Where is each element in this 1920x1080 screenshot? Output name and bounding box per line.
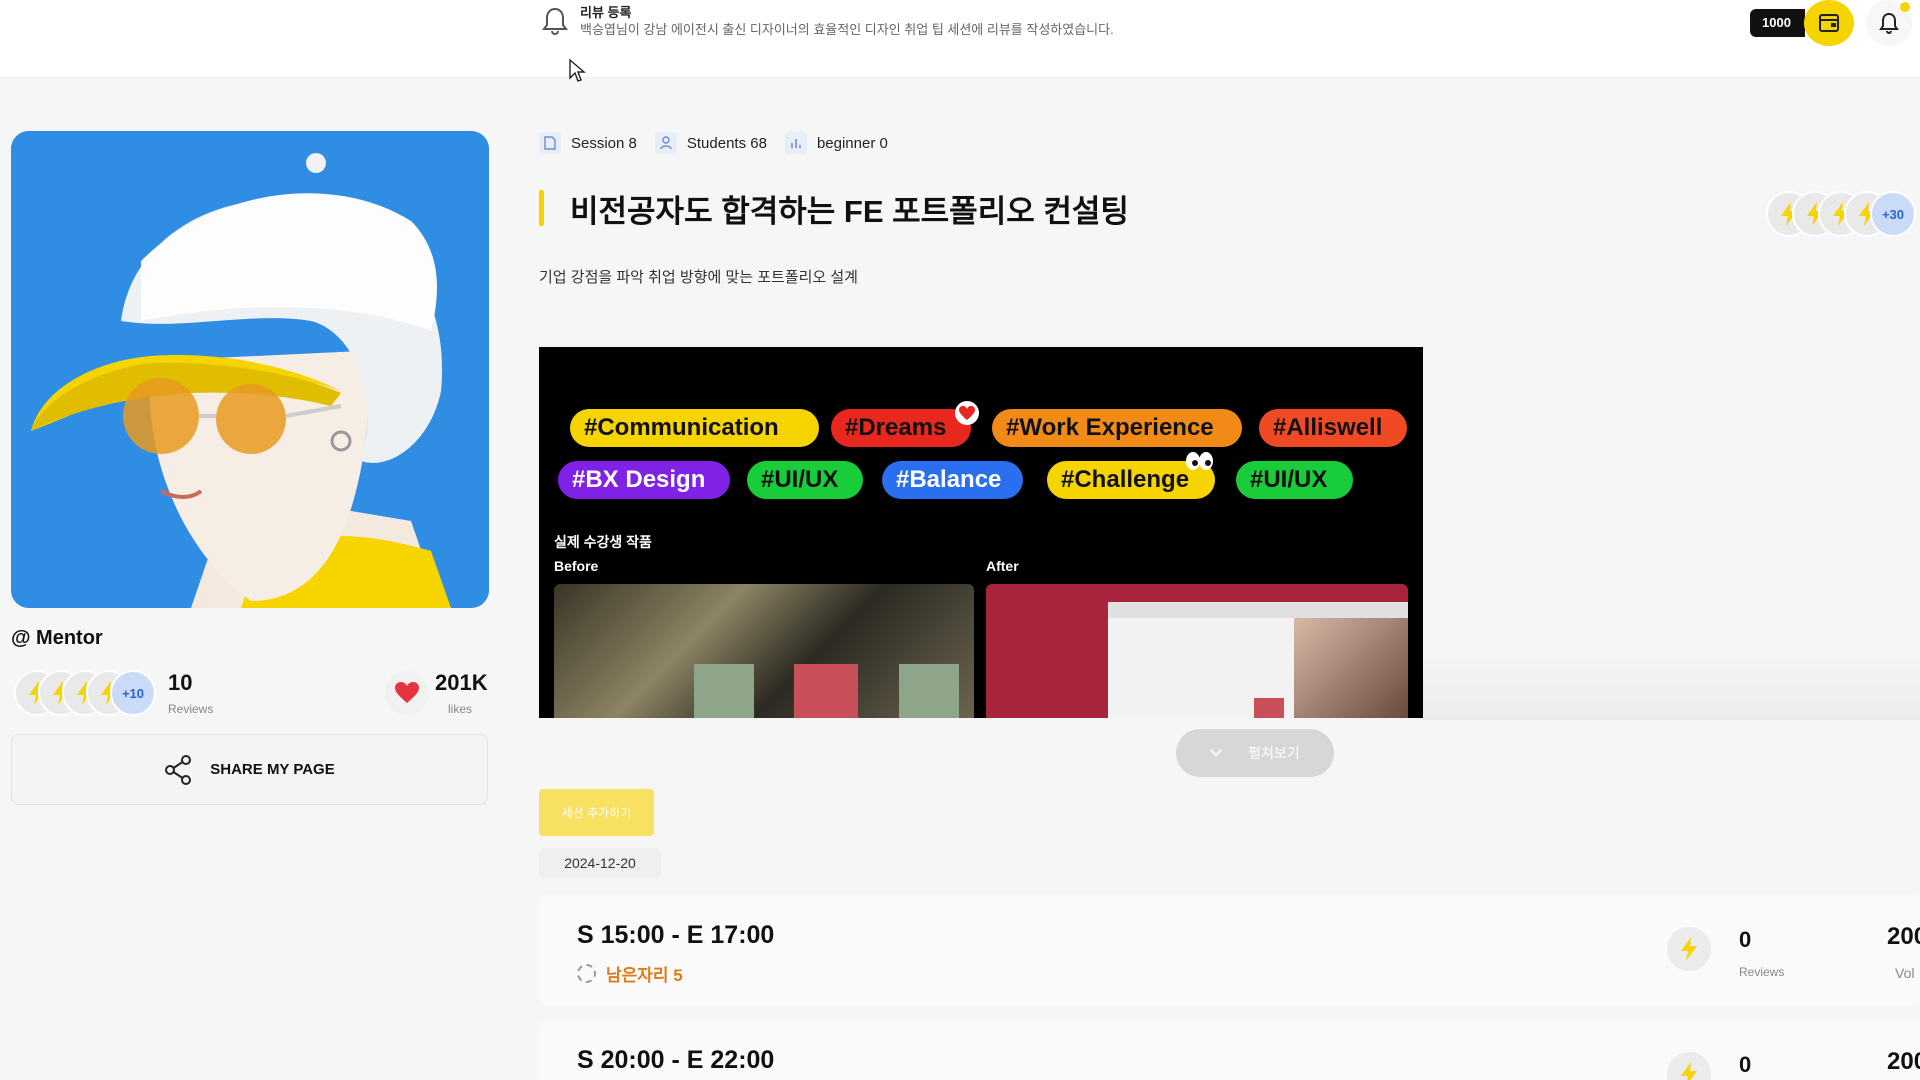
after-label: After <box>986 558 1019 574</box>
slot-reviews-count: 0 <box>1739 1052 1752 1077</box>
like-button[interactable] <box>385 671 429 715</box>
content-fade <box>1423 650 1920 720</box>
time-slot-card[interactable]: S 15:00 - E 17:00 남은자리 5 0 Reviews 200 V… <box>539 895 1920 1005</box>
tag-dreams: #Dreams <box>831 409 971 447</box>
wallet-icon <box>1819 14 1839 32</box>
meta-sessions-text: Session 8 <box>571 134 637 152</box>
heart-sticker-icon <box>955 401 979 425</box>
notification-settings-button[interactable] <box>1866 0 1912 46</box>
before-label: Before <box>554 558 599 574</box>
document-icon <box>539 132 561 154</box>
tag-balance: #Balance <box>882 461 1023 499</box>
heart-icon <box>395 682 419 703</box>
session-meta: Session 8 Students 68 beginner 0 <box>539 132 894 154</box>
mentor-handle: @ Mentor <box>11 627 103 649</box>
lightning-icon <box>1681 1062 1697 1080</box>
meta-level: beginner 0 <box>784 132 888 154</box>
participant-avatars[interactable]: +30 <box>1766 191 1920 237</box>
slot-seats-text: 남은자리 5 <box>606 966 683 985</box>
meta-level-text: beginner 0 <box>816 134 888 152</box>
bell-icon <box>540 4 570 38</box>
notification-settings-icon <box>1879 12 1899 34</box>
tag-ui-ux-2: #UI/UX <box>1236 461 1353 499</box>
session-title: 비전공자도 합격하는 FE 포트폴리오 컨설팅 <box>570 194 1129 229</box>
slot-right-value: 200 <box>1887 923 1920 950</box>
more-reviewers-badge: +10 <box>110 670 156 716</box>
notification-text: 백승엽님이 강남 에이전시 출신 디자이너의 효율적인 디자인 취업 팁 세션에… <box>580 22 1114 37</box>
title-accent-bar <box>539 190 544 226</box>
slot-seats: 남은자리 5 <box>577 961 683 986</box>
reviewer-avatars[interactable]: +10 <box>14 670 164 716</box>
slot-avatar <box>1667 927 1711 971</box>
meta-students: Students 68 <box>654 132 767 154</box>
tag-work-experience: #Work Experience <box>992 409 1242 447</box>
chart-icon <box>784 132 807 154</box>
likes-label: likes <box>448 702 473 716</box>
session-date[interactable]: 2024-12-20 <box>539 848 661 878</box>
reviews-label: Reviews <box>168 702 214 716</box>
loading-icon <box>577 964 596 983</box>
likes-count: 201K <box>435 670 488 695</box>
chevron-down-icon <box>1210 749 1222 757</box>
eyes-sticker-icon <box>1186 452 1213 470</box>
unread-dot <box>1900 2 1910 12</box>
session-subtitle: 기업 강점을 파악 취업 방향에 맞는 포트폴리오 설계 <box>539 269 858 286</box>
slot-reviews-count: 0 <box>1739 927 1752 952</box>
more-participants-badge: +30 <box>1870 191 1916 237</box>
tag-communication: #Communication <box>570 409 819 447</box>
lightning-icon <box>1681 937 1697 961</box>
session-banner: #Communication #Dreams #Work Experience … <box>539 347 1423 718</box>
slot-time: S 15:00 - E 17:00 <box>577 921 775 949</box>
meta-sessions: Session 8 <box>539 132 637 154</box>
user-icon <box>654 132 677 154</box>
notification-toast[interactable]: 리뷰 등록 백승엽님이 강남 에이전시 출신 디자이너의 효율적인 디자인 취업… <box>540 4 1114 38</box>
slot-right-label: Vol <box>1895 965 1915 981</box>
mentor-avatar <box>11 131 489 608</box>
share-label: SHARE MY PAGE <box>210 761 335 778</box>
share-my-page-button[interactable]: SHARE MY PAGE <box>11 734 488 805</box>
add-session-button[interactable]: 세션 추가하기 <box>539 789 654 836</box>
reviews-count: 10 <box>168 670 193 695</box>
tag-bx-design: #BX Design <box>558 461 730 499</box>
top-bar: 리뷰 등록 백승엽님이 강남 에이전시 출신 디자이너의 효율적인 디자인 취업… <box>0 0 1920 78</box>
tag-alliswell: #Alliswell <box>1259 409 1407 447</box>
after-image <box>986 584 1408 718</box>
meta-students-text: Students 68 <box>686 134 767 152</box>
expand-button[interactable]: 펼쳐보기 <box>1176 729 1334 777</box>
banner-caption: 실제 수강생 작품 <box>554 534 652 550</box>
before-image <box>554 584 974 718</box>
slot-reviews-label: Reviews <box>1739 965 1785 979</box>
slot-time: S 20:00 - E 22:00 <box>577 1046 775 1074</box>
cursor-icon <box>569 58 586 82</box>
points-badge: 1000 <box>1750 9 1805 37</box>
slot-avatar <box>1667 1052 1711 1080</box>
slot-right-value: 200 <box>1887 1048 1920 1075</box>
wallet-button[interactable] <box>1804 0 1854 46</box>
share-icon <box>165 754 192 785</box>
expand-label: 펼쳐보기 <box>1248 745 1300 761</box>
tag-ui-ux: #UI/UX <box>747 461 863 499</box>
notification-title: 리뷰 등록 <box>580 5 632 20</box>
time-slot-card[interactable]: S 20:00 - E 22:00 0 200 <box>539 1020 1920 1080</box>
